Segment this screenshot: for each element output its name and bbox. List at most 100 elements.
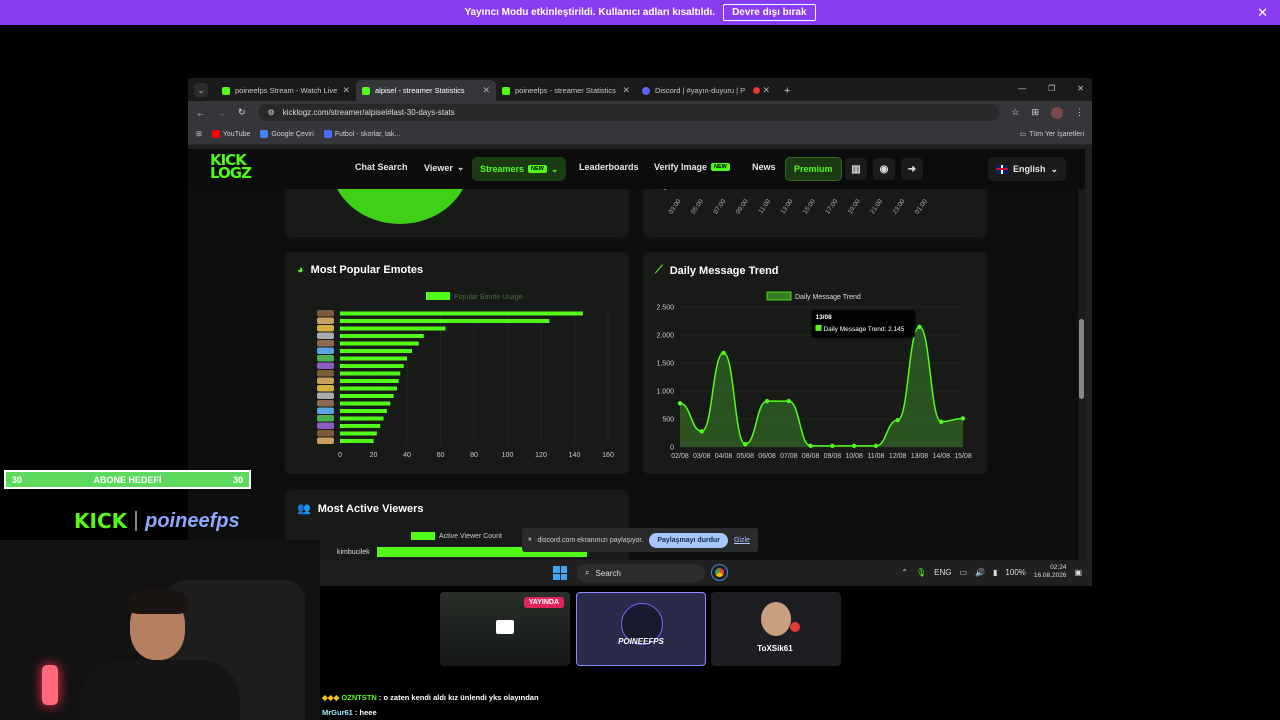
emote-bar (340, 349, 413, 353)
emote-icon (317, 325, 334, 332)
apps-icon[interactable]: ⊞ (196, 130, 202, 138)
minimize-icon[interactable]: — (1018, 84, 1026, 93)
legend-swatch (766, 291, 792, 301)
window-close-icon[interactable]: ✕ (1077, 84, 1084, 93)
tab-close-icon[interactable]: ✕ (342, 85, 350, 96)
notification-icon[interactable]: ▣ (1074, 568, 1082, 577)
translate-icon (260, 130, 269, 138)
omnibox[interactable]: ⚙ kicklogz.com/streamer/alpisel#last-30-… (257, 104, 1000, 121)
lamp (42, 665, 58, 705)
x-tick-label: 07:00 (712, 198, 727, 216)
login-icon[interactable]: ➜ (901, 158, 923, 180)
extensions-icon[interactable]: ⊞ (1031, 107, 1039, 118)
clock-date: 16.08.2026 (1033, 572, 1067, 579)
discord-icon[interactable]: ◉ (873, 158, 895, 180)
emote-bar (340, 319, 550, 323)
chevron-down-icon: ⌄ (1050, 163, 1058, 174)
chat-text: heee (359, 708, 377, 717)
clock[interactable]: 02:24 16.08.2026 (1034, 564, 1067, 580)
battery-icon[interactable]: ▮ (993, 568, 997, 577)
emote-icon (317, 355, 334, 362)
kick-logo: KICK (74, 509, 128, 533)
x-tick-label: 07/08 (780, 453, 798, 460)
star-icon[interactable]: ☆ (1011, 107, 1019, 118)
trend-point (917, 324, 922, 330)
tab-poineefps-stream[interactable]: poineefps Stream - Watch Live ✕ (216, 80, 356, 101)
display-icon[interactable]: ▭ (959, 568, 967, 577)
close-icon[interactable]: ✕ (1257, 5, 1268, 21)
emote-icon (317, 340, 334, 347)
person-hair (128, 588, 188, 614)
tab-discord[interactable]: Discord | #yayın-duyuru | P ✕ (636, 80, 776, 101)
language-select[interactable]: English ⌄ (988, 157, 1066, 181)
chat-badges-icon: ◆◆◆ (322, 693, 340, 702)
site-info-icon[interactable]: ⚙ (268, 108, 275, 117)
streamer-mode-banner: Yayıncı Modu etkinleştirildi. Kullanıcı … (0, 0, 1280, 25)
tab-close-icon[interactable]: ✕ (762, 85, 770, 96)
kicklogz-logo[interactable]: KICK LOGZ (210, 153, 252, 181)
back-icon[interactable]: ← (196, 108, 205, 118)
battery-percent: 100% (1005, 567, 1026, 577)
chrome-icon[interactable] (711, 564, 728, 581)
screenshare-tile[interactable]: YAYINDA (440, 592, 570, 666)
x-tick-label: 80 (470, 452, 478, 459)
nav-viewer[interactable]: Viewer ⌄ (424, 162, 464, 173)
x-tick-label: 20 (370, 452, 378, 459)
bookmark-youtube[interactable]: YouTube (211, 130, 250, 138)
microphone-icon[interactable]: 🎙 (916, 568, 926, 577)
legend-label: Daily Message Trend (795, 294, 861, 301)
voice-tile-user[interactable]: ToXSik61 (711, 592, 841, 666)
x-tick-label: 10/08 (845, 453, 863, 460)
nav-verify-image[interactable]: Verify Image NEW (654, 162, 730, 172)
nav-streamers[interactable]: Streamers NEW ⌄ (472, 157, 567, 181)
y-tick-label: 1.000 (656, 389, 674, 396)
tray-chevron-icon[interactable]: ⌃ (901, 568, 908, 577)
most-popular-emotes-card: ◕ Most Popular Emotes Popular Emote Usage… (285, 252, 629, 474)
avatar (761, 602, 791, 636)
page-scrollbar[interactable] (1078, 149, 1085, 586)
bookmark-futbol[interactable]: Futbol - skorlar, tak... (323, 130, 400, 138)
nav-label: Streamers (480, 164, 525, 174)
recording-icon (753, 87, 760, 94)
taskbar-search[interactable]: ⌕ Search (577, 564, 705, 582)
restore-icon[interactable]: ❐ (1048, 84, 1055, 93)
new-tab-icon[interactable]: + (784, 85, 790, 97)
x-tick-label: 04/08 (715, 453, 733, 460)
profile-avatar[interactable] (1051, 106, 1063, 119)
all-bookmarks[interactable]: ▭ Tüm Yer İşaretleri (1020, 130, 1084, 139)
users-icon: 👥 (297, 503, 311, 515)
forward-icon[interactable]: → (217, 108, 226, 118)
emote-bar (340, 386, 397, 391)
reload-icon[interactable]: ↻ (238, 107, 246, 118)
bookmark-translate[interactable]: Google Çeviri (260, 130, 314, 138)
x-tick-label: 09/08 (824, 453, 842, 460)
volume-icon[interactable]: 🔊 (975, 568, 985, 577)
tab-close-icon[interactable]: ✕ (622, 85, 630, 96)
emote-bar (340, 356, 407, 361)
disable-button[interactable]: Devre dışı bırak (723, 4, 816, 21)
nav-news[interactable]: News (752, 162, 776, 172)
menu-icon[interactable]: ⋮ (1075, 107, 1084, 118)
chat-message: MrGur61 : heee (322, 708, 377, 717)
hide-link[interactable]: Gizle (734, 537, 750, 544)
emote-bar (340, 341, 419, 346)
keyboard-language[interactable]: ENG (934, 568, 951, 577)
emote-icon (317, 370, 334, 377)
stats-icon[interactable]: ▥ (845, 158, 867, 180)
nav-chat-search[interactable]: Chat Search (355, 162, 408, 172)
nav-label: Verify Image (654, 162, 708, 172)
tab-search-icon[interactable]: ⌄ (194, 83, 208, 97)
nav-leaderboards[interactable]: Leaderboards (579, 162, 639, 172)
scrollbar-thumb[interactable] (1079, 319, 1084, 399)
tab-alpisel-stats[interactable]: alpisel - streamer Statistics ✕ (356, 80, 496, 101)
tab-close-icon[interactable]: ✕ (482, 85, 490, 96)
emote-bar (340, 326, 446, 331)
stream-brand: KICK poineefps (74, 509, 240, 533)
stop-sharing-button[interactable]: Paylaşmayı durdur (649, 532, 728, 548)
premium-button[interactable]: Premium (785, 157, 842, 181)
voice-tile-poineefps[interactable]: POINEEFPS (576, 592, 706, 666)
windows-start-icon[interactable] (553, 566, 567, 580)
emote-icon (317, 377, 334, 384)
x-tick-label: 02/08 (671, 453, 689, 460)
tab-poineefps-stats[interactable]: poineefps - streamer Statistics ✕ (496, 80, 636, 101)
